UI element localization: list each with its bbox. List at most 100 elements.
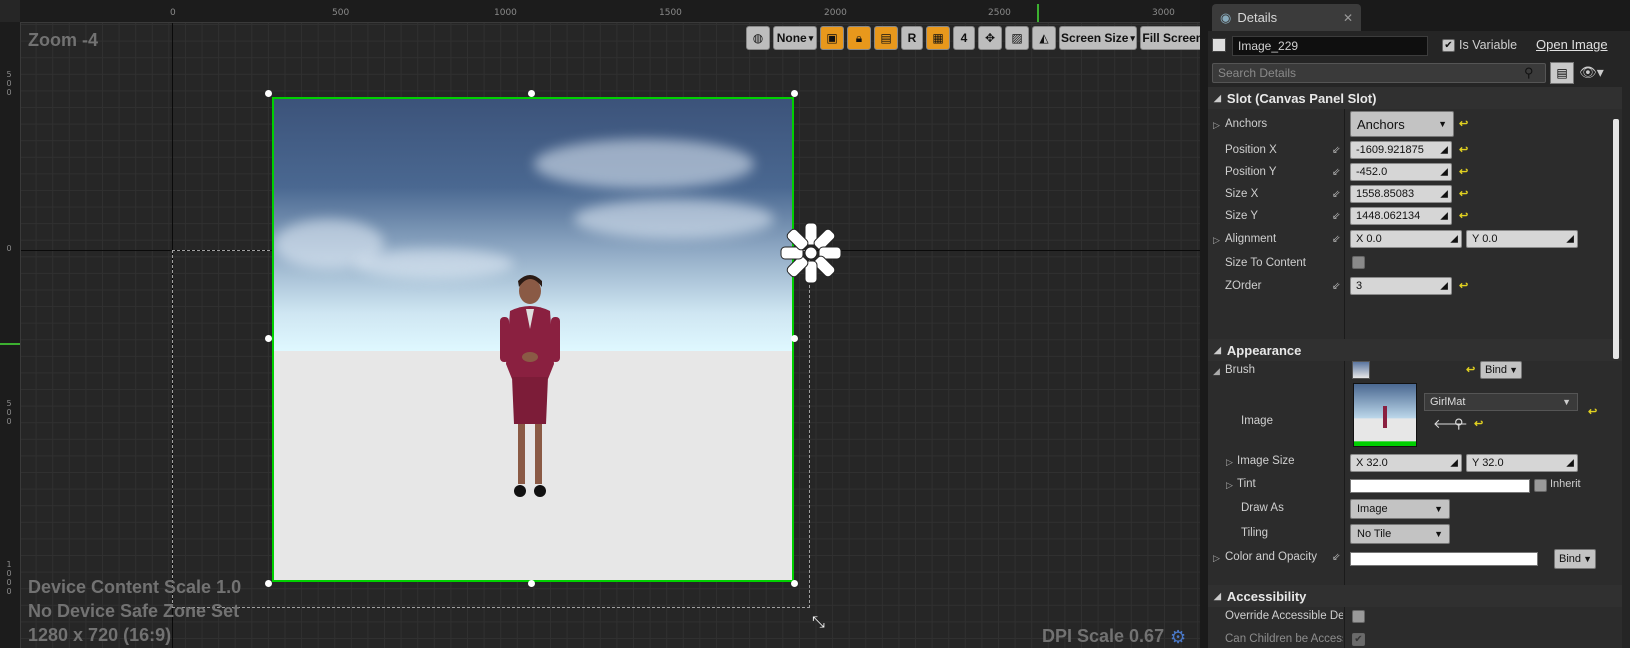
move-gizmo-icon[interactable]: ✥ bbox=[978, 26, 1002, 50]
resize-handle-bottom-left[interactable] bbox=[265, 580, 272, 587]
resize-handle-right[interactable] bbox=[791, 335, 798, 342]
tiling-label: Tiling bbox=[1241, 527, 1269, 539]
resize-handle-top-left[interactable] bbox=[265, 90, 272, 97]
expand-color-opacity-icon[interactable]: ▷ bbox=[1213, 553, 1220, 564]
size-x-label: Size X bbox=[1225, 188, 1259, 200]
screen-size-dropdown[interactable]: Screen Size ▾ bbox=[1059, 26, 1137, 50]
column-splitter[interactable] bbox=[1344, 109, 1345, 339]
reset-position-x-icon[interactable]: ↩ bbox=[1459, 143, 1468, 156]
grid-snap-icon[interactable]: ▦ bbox=[926, 26, 950, 50]
slot-properties: ▷ Anchors Anchors ▼ ↩ Position X ⇙ -1609.… bbox=[1208, 109, 1622, 339]
tint-inherit-checkbox[interactable] bbox=[1534, 479, 1547, 492]
search-details-input[interactable]: Search Details bbox=[1212, 63, 1546, 83]
reset-image-icon[interactable]: ↩ bbox=[1474, 417, 1483, 430]
expand-tint-icon[interactable]: ▷ bbox=[1226, 480, 1233, 491]
ruler-top: 0 500 1000 1500 2000 2500 3000 bbox=[20, 0, 1200, 23]
collapse-brush-icon[interactable]: ◢ bbox=[1213, 366, 1220, 377]
section-accessibility[interactable]: ◢ Accessibility bbox=[1208, 585, 1622, 607]
image-size-y-field[interactable]: Y 32.0 ◢ bbox=[1466, 454, 1578, 472]
reset-image-outer-icon[interactable]: ↩ bbox=[1588, 405, 1597, 418]
respect-locks-icon[interactable]: ▤ bbox=[874, 26, 898, 50]
grid-snap-value[interactable]: 4 bbox=[953, 26, 975, 50]
widget-name-field[interactable]: Image_229 bbox=[1232, 36, 1428, 56]
is-variable-checkbox[interactable]: ✔ bbox=[1442, 39, 1455, 52]
dpi-settings-gear-icon[interactable]: ⚙ bbox=[1170, 627, 1186, 648]
anchor-flower-icon[interactable] bbox=[778, 220, 844, 286]
property-matrix-icon[interactable]: ▤ bbox=[1550, 62, 1574, 84]
zorder-field[interactable]: 3 ◢ bbox=[1350, 277, 1452, 295]
alignment-y-field[interactable]: Y 0.0 ◢ bbox=[1466, 230, 1578, 248]
ruler-top-label: 500 bbox=[332, 8, 350, 18]
open-image-link[interactable]: Open Image bbox=[1536, 37, 1608, 52]
section-slot[interactable]: ◢ Slot (Canvas Panel Slot) bbox=[1208, 87, 1622, 109]
property-binding-icon[interactable]: ⇙ bbox=[1332, 281, 1340, 292]
chevron-down-icon: ▾ bbox=[1130, 32, 1135, 43]
fill-screen-dropdown[interactable]: Fill Screen▾ bbox=[1140, 26, 1200, 50]
alignment-x-field[interactable]: X 0.0 ◢ bbox=[1350, 230, 1462, 248]
outline-toggle-icon[interactable]: ▣ bbox=[820, 26, 844, 50]
image-asset-dropdown[interactable]: GirlMat ▼ bbox=[1424, 393, 1578, 411]
reset-position-y-icon[interactable]: ↩ bbox=[1459, 165, 1468, 178]
tiling-dropdown[interactable]: No Tile ▼ bbox=[1350, 524, 1450, 544]
tint-color-swatch[interactable] bbox=[1350, 479, 1530, 493]
can-children-accessible-label: Can Children be Accessib bbox=[1225, 633, 1343, 645]
property-binding-icon[interactable]: ⇙ bbox=[1332, 145, 1340, 156]
close-tab-icon[interactable]: ✕ bbox=[1343, 11, 1353, 25]
details-scrollbar[interactable] bbox=[1613, 119, 1619, 359]
drag-arrow-icon: ◢ bbox=[1440, 166, 1448, 178]
expand-anchors-icon[interactable]: ▷ bbox=[1213, 120, 1220, 131]
property-binding-icon[interactable]: ⇙ bbox=[1332, 211, 1340, 222]
override-accessible-checkbox[interactable] bbox=[1352, 610, 1365, 623]
r-toggle-button[interactable]: R bbox=[901, 26, 923, 50]
reset-anchors-icon[interactable]: ↩ bbox=[1459, 117, 1468, 130]
chevron-down-icon: ▼ bbox=[1434, 529, 1443, 539]
position-x-value: -1609.921875 bbox=[1356, 144, 1424, 156]
property-binding-icon[interactable]: ⇙ bbox=[1332, 167, 1340, 178]
draw-as-dropdown[interactable]: Image ▼ bbox=[1350, 499, 1450, 519]
flip-icon[interactable]: ◭ bbox=[1032, 26, 1056, 50]
locale-dropdown[interactable]: None ▾ bbox=[773, 26, 817, 50]
browse-search-icon[interactable]: ⚲ bbox=[1454, 416, 1464, 432]
section-slot-label: Slot (Canvas Panel Slot) bbox=[1226, 90, 1377, 106]
resize-handle-bottom-right[interactable] bbox=[791, 580, 798, 587]
tab-details[interactable]: ◉ Details ✕ bbox=[1212, 4, 1361, 31]
image-widget[interactable] bbox=[272, 97, 794, 582]
color-opacity-swatch[interactable] bbox=[1350, 552, 1538, 566]
ruler-top-label: 1500 bbox=[659, 8, 682, 18]
image-size-label: Image Size bbox=[1237, 455, 1295, 467]
reset-brush-icon[interactable]: ↩ bbox=[1466, 363, 1475, 376]
resize-handle-bottom[interactable] bbox=[528, 580, 535, 587]
resize-handle-top-right[interactable] bbox=[791, 90, 798, 97]
color-opacity-bind-button[interactable]: Bind ▼ bbox=[1554, 549, 1596, 569]
reset-size-y-icon[interactable]: ↩ bbox=[1459, 209, 1468, 222]
designer-viewport[interactable]: 0 500 1000 1500 2000 2500 3000 500 0 500… bbox=[0, 0, 1200, 648]
globe-locale-icon[interactable]: ◍ bbox=[746, 26, 770, 50]
size-x-field[interactable]: 1558.85083 ◢ bbox=[1350, 185, 1452, 203]
size-to-content-checkbox[interactable] bbox=[1352, 256, 1365, 269]
size-x-value: 1558.85083 bbox=[1356, 188, 1415, 200]
reset-size-x-icon[interactable]: ↩ bbox=[1459, 187, 1468, 200]
property-binding-icon[interactable]: ⇙ bbox=[1332, 189, 1340, 200]
property-binding-icon[interactable]: ⇙ bbox=[1332, 234, 1340, 245]
position-y-field[interactable]: -452.0 ◢ bbox=[1350, 163, 1452, 181]
property-binding-icon[interactable]: ⇙ bbox=[1332, 552, 1340, 563]
reset-zorder-icon[interactable]: ↩ bbox=[1459, 279, 1468, 292]
expand-image-size-icon[interactable]: ▷ bbox=[1226, 457, 1233, 468]
zoom-label: Zoom -4 bbox=[28, 30, 98, 50]
resize-handle-top[interactable] bbox=[528, 90, 535, 97]
column-splitter[interactable] bbox=[1344, 361, 1345, 585]
brush-bind-button[interactable]: Bind ▼ bbox=[1480, 361, 1522, 379]
column-splitter[interactable] bbox=[1344, 607, 1345, 648]
section-appearance[interactable]: ◢ Appearance bbox=[1208, 339, 1622, 361]
size-y-field[interactable]: 1448.062134 ◢ bbox=[1350, 207, 1452, 225]
resize-diagonal-icon[interactable]: ⤡ bbox=[812, 612, 825, 632]
image-size-x-field[interactable]: X 32.0 ◢ bbox=[1350, 454, 1462, 472]
visibility-eye-icon[interactable]: 👁︎▾ bbox=[1579, 64, 1604, 81]
image-preview-icon[interactable]: ▨ bbox=[1005, 26, 1029, 50]
resize-handle-left[interactable] bbox=[265, 335, 272, 342]
chevron-down-icon: ▼ bbox=[1583, 554, 1592, 564]
lock-icon[interactable]: 🔒︎ bbox=[847, 26, 871, 50]
position-x-field[interactable]: -1609.921875 ◢ bbox=[1350, 141, 1452, 159]
anchors-dropdown[interactable]: Anchors ▼ bbox=[1350, 111, 1454, 137]
expand-alignment-icon[interactable]: ▷ bbox=[1213, 235, 1220, 246]
